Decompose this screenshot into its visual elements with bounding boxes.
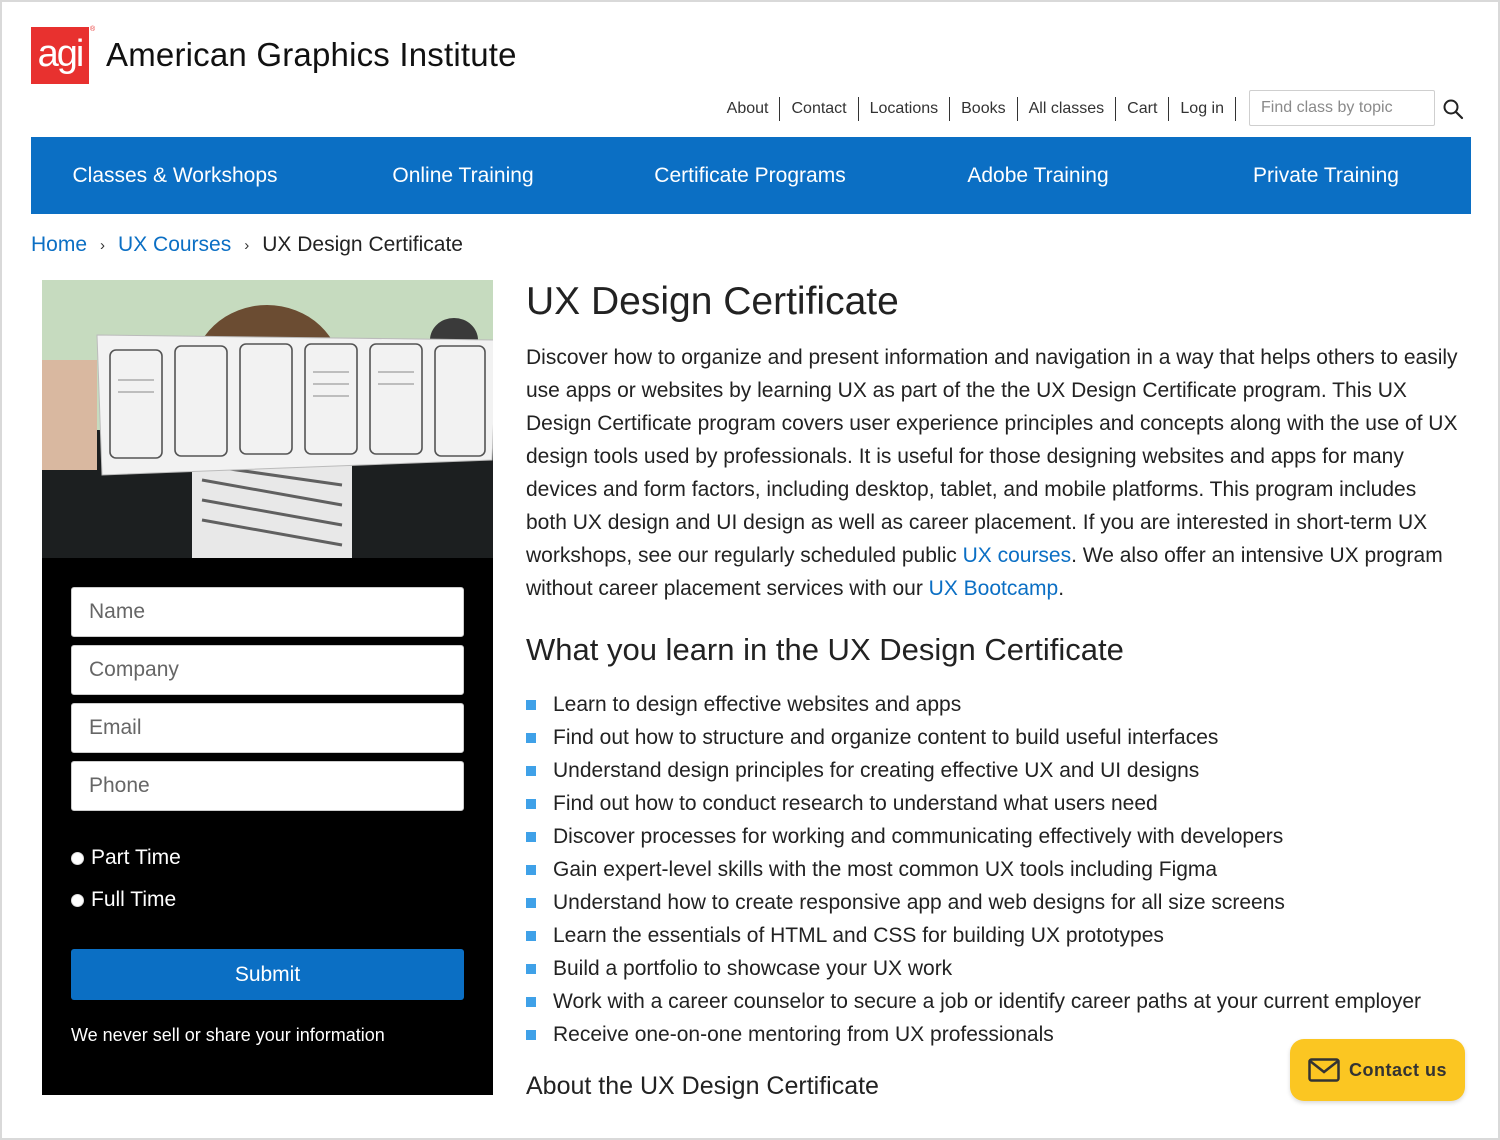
nav-classes-workshops[interactable]: Classes & Workshops	[72, 137, 277, 214]
list-item-text: Learn to design effective websites and a…	[553, 693, 962, 716]
intro-text: Discover how to organize and present inf…	[526, 346, 1458, 567]
logo-registered-mark: ®	[90, 26, 96, 33]
breadcrumb: Home › UX Courses › UX Design Certificat…	[31, 233, 463, 257]
name-field[interactable]	[71, 587, 464, 637]
learn-list: Learn to design effective websites and a…	[526, 688, 1486, 1051]
list-item: Work with a career counselor to secure a…	[526, 985, 1486, 1018]
contact-us-button[interactable]: Contact us	[1290, 1039, 1465, 1101]
list-item: Learn to design effective websites and a…	[526, 688, 1486, 721]
utility-link-locations[interactable]: Locations	[859, 97, 950, 121]
radio-full-time[interactable]: Full Time	[71, 888, 176, 912]
list-item: Gain expert-level skills with the most c…	[526, 853, 1486, 886]
list-item: Discover processes for working and commu…	[526, 820, 1486, 853]
company-field[interactable]	[71, 645, 464, 695]
about-heading: About the UX Design Certificate	[526, 1072, 879, 1100]
radio-label: Part Time	[91, 846, 181, 869]
ux-bootcamp-link[interactable]: UX Bootcamp	[929, 577, 1059, 600]
bullet-icon	[526, 765, 536, 776]
list-item-text: Understand design principles for creatin…	[553, 759, 1200, 782]
agi-logo[interactable]: agi	[31, 27, 89, 84]
page-title: UX Design Certificate	[526, 280, 899, 323]
list-item-text: Learn the essentials of HTML and CSS for…	[553, 924, 1164, 947]
email-field[interactable]	[71, 703, 464, 753]
bullet-icon	[526, 798, 536, 809]
list-item-text: Understand how to create responsive app …	[553, 891, 1285, 914]
utility-nav: About Contact Locations Books All classe…	[716, 97, 1236, 121]
utility-link-login[interactable]: Log in	[1169, 97, 1235, 121]
bullet-icon	[526, 897, 536, 908]
intro-paragraph: Discover how to organize and present inf…	[526, 341, 1461, 605]
utility-link-cart[interactable]: Cart	[1116, 97, 1168, 121]
breadcrumb-separator: ›	[244, 236, 250, 254]
radio-part-time[interactable]: Part Time	[71, 846, 181, 870]
utility-divider	[1235, 97, 1236, 121]
lead-form-panel: Part Time Full Time Submit We never sell…	[42, 558, 493, 1095]
list-item: Find out how to structure and organize c…	[526, 721, 1486, 754]
bullet-icon	[526, 864, 536, 875]
radio-button[interactable]	[71, 851, 84, 865]
bullet-icon	[526, 996, 536, 1007]
list-item: Build a portfolio to showcase your UX wo…	[526, 952, 1486, 985]
privacy-note: We never sell or share your information	[71, 1025, 385, 1045]
contact-us-label: Contact us	[1348, 1059, 1447, 1080]
list-item-text: Find out how to structure and organize c…	[553, 726, 1219, 749]
intro-text-end: .	[1058, 577, 1065, 600]
nav-online-training[interactable]: Online Training	[392, 137, 533, 214]
phone-field[interactable]	[71, 761, 464, 811]
list-item: Understand design principles for creatin…	[526, 754, 1486, 787]
breadcrumb-ux-courses[interactable]: UX Courses	[118, 233, 231, 257]
bullet-icon	[526, 963, 536, 974]
list-item: Find out how to conduct research to unde…	[526, 787, 1486, 820]
site-title[interactable]: American Graphics Institute	[106, 36, 517, 74]
utility-link-books[interactable]: Books	[950, 97, 1016, 121]
list-item-text: Build a portfolio to showcase your UX wo…	[553, 957, 953, 980]
utility-link-all-classes[interactable]: All classes	[1018, 97, 1116, 121]
list-item-text: Discover processes for working and commu…	[553, 825, 1284, 848]
list-item: Understand how to create responsive app …	[526, 886, 1486, 919]
breadcrumb-separator: ›	[100, 236, 106, 254]
list-item-text: Gain expert-level skills with the most c…	[553, 858, 1218, 881]
hero-wireframes-photo	[42, 280, 493, 558]
bullet-icon	[526, 732, 536, 743]
nav-private-training[interactable]: Private Training	[1253, 137, 1399, 214]
submit-button[interactable]: Submit	[71, 949, 464, 1000]
breadcrumb-home[interactable]: Home	[31, 233, 87, 257]
utility-link-about[interactable]: About	[716, 97, 780, 121]
radio-button[interactable]	[71, 893, 84, 907]
bullet-icon	[526, 699, 536, 710]
breadcrumb-current: UX Design Certificate	[262, 233, 463, 256]
utility-link-contact[interactable]: Contact	[780, 97, 857, 121]
list-item-text: Receive one-on-one mentoring from UX pro…	[553, 1023, 1054, 1046]
learn-heading: What you learn in the UX Design Certific…	[526, 632, 1124, 667]
list-item-text: Work with a career counselor to secure a…	[553, 990, 1422, 1013]
radio-label: Full Time	[91, 888, 177, 911]
bullet-icon	[526, 831, 536, 842]
mail-icon	[1308, 1058, 1340, 1082]
list-item: Learn the essentials of HTML and CSS for…	[526, 919, 1486, 952]
search-input[interactable]	[1249, 90, 1435, 126]
list-item-text: Find out how to conduct research to unde…	[553, 792, 1158, 815]
nav-certificate-programs[interactable]: Certificate Programs	[654, 137, 845, 214]
ux-courses-link[interactable]: UX courses	[963, 544, 1072, 567]
logo-text: agi	[37, 32, 85, 75]
bullet-icon	[526, 1029, 536, 1040]
bullet-icon	[526, 930, 536, 941]
main-nav: Classes & Workshops Online Training Cert…	[31, 137, 1471, 214]
nav-adobe-training[interactable]: Adobe Training	[967, 137, 1108, 214]
search-icon[interactable]	[1442, 98, 1464, 120]
